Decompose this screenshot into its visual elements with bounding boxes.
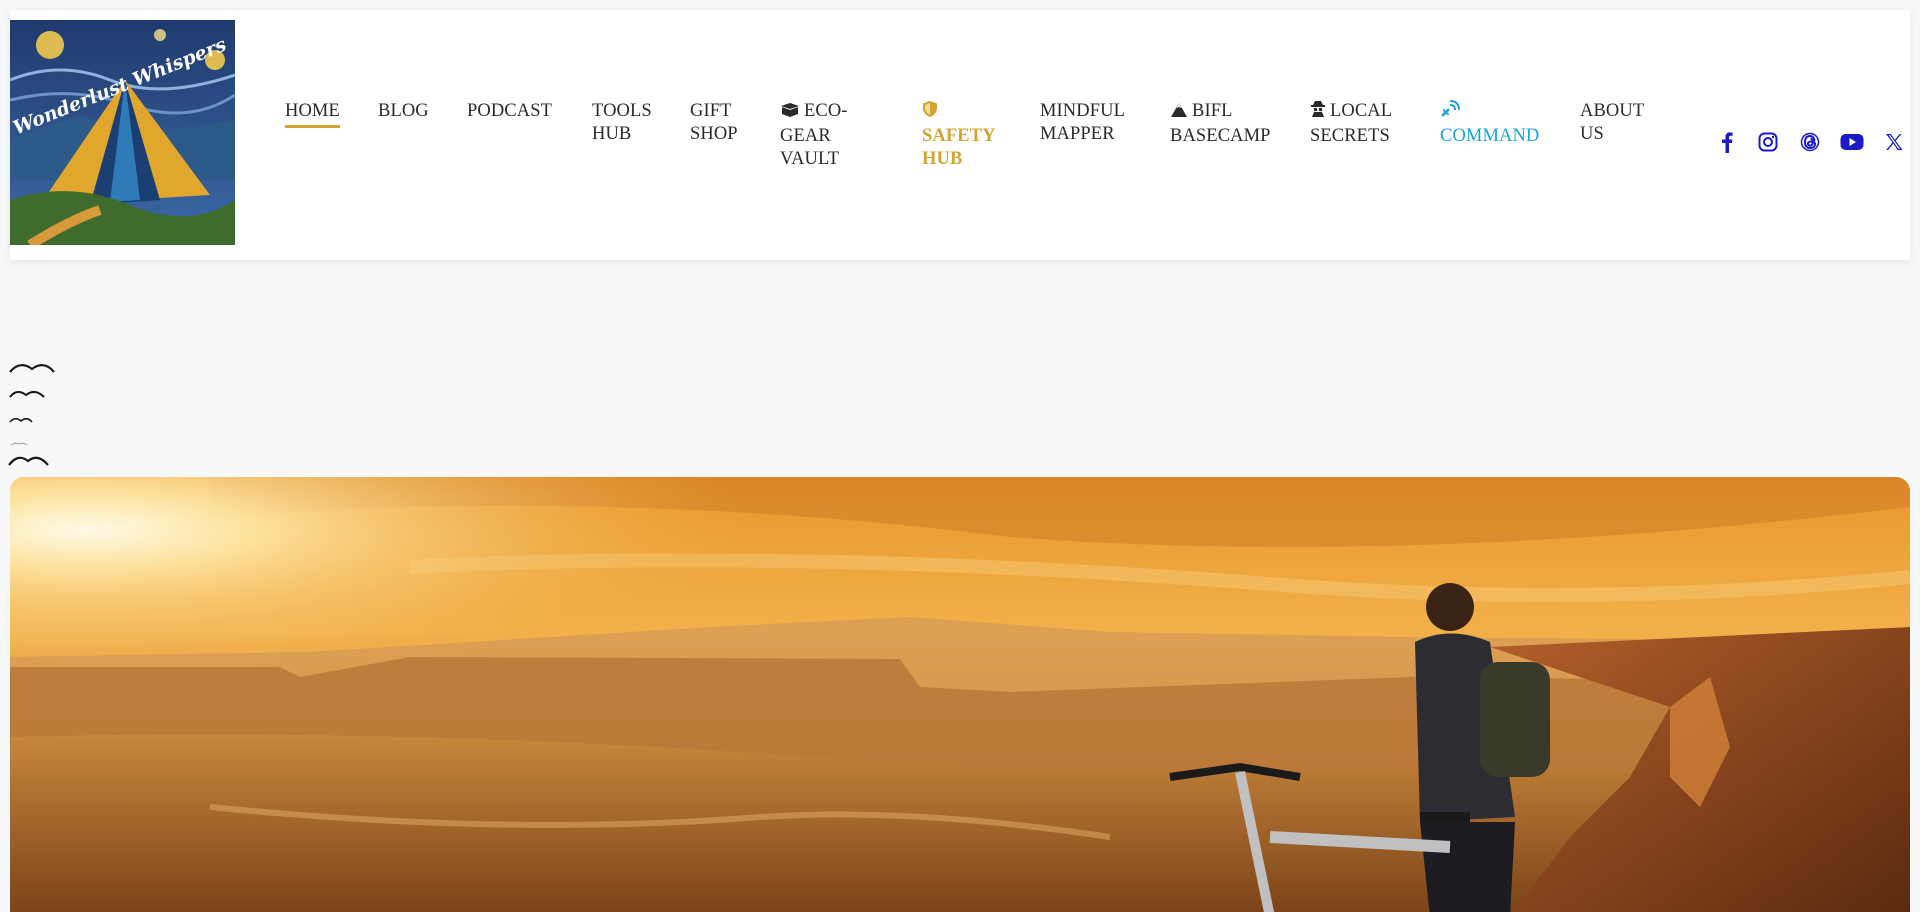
nav-blog[interactable]: BLOG [378, 100, 429, 123]
nav-podcast[interactable]: PODCAST [467, 100, 552, 123]
hero-image [10, 477, 1910, 912]
nav-tools-hub[interactable]: TOOLS HUB [592, 100, 662, 146]
site-header: Wonderlust Whispers HOME BLOG PODCAST TO… [10, 10, 1910, 260]
youtube-icon[interactable] [1840, 130, 1864, 154]
nav-home[interactable]: HOME [285, 100, 340, 128]
facebook-icon[interactable] [1715, 130, 1739, 154]
site-logo[interactable]: Wonderlust Whispers [10, 20, 235, 245]
nav-about-us[interactable]: ABOUT US [1580, 100, 1660, 146]
shield-icon [922, 100, 938, 125]
nav-safety-hub[interactable]: SAFETY HUB [922, 100, 1002, 171]
user-secret-icon [1310, 100, 1326, 125]
box-open-icon [780, 102, 800, 125]
birds-decoration [8, 355, 56, 475]
mountain-icon [1170, 102, 1188, 125]
nav-safety-hub-label: SAFETY HUB [922, 126, 995, 169]
nav-eco-gear-vault[interactable]: ECO-GEAR VAULT [780, 100, 880, 171]
nav-command-label: COMMAND [1440, 126, 1540, 146]
nav-gift-shop[interactable]: GIFT SHOP [690, 100, 750, 146]
nav-local-secrets[interactable]: LOCAL SECRETS [1310, 100, 1410, 148]
threads-icon[interactable] [1798, 130, 1822, 154]
instagram-icon[interactable] [1756, 130, 1780, 154]
satellite-dish-icon [1440, 100, 1460, 125]
x-icon[interactable] [1882, 130, 1906, 154]
nav-command[interactable]: COMMAND [1440, 100, 1539, 148]
nav-bifl-basecamp[interactable]: BIFL BASECAMP [1170, 100, 1285, 148]
nav-mindful-mapper[interactable]: MINDFUL MAPPER [1040, 100, 1140, 146]
